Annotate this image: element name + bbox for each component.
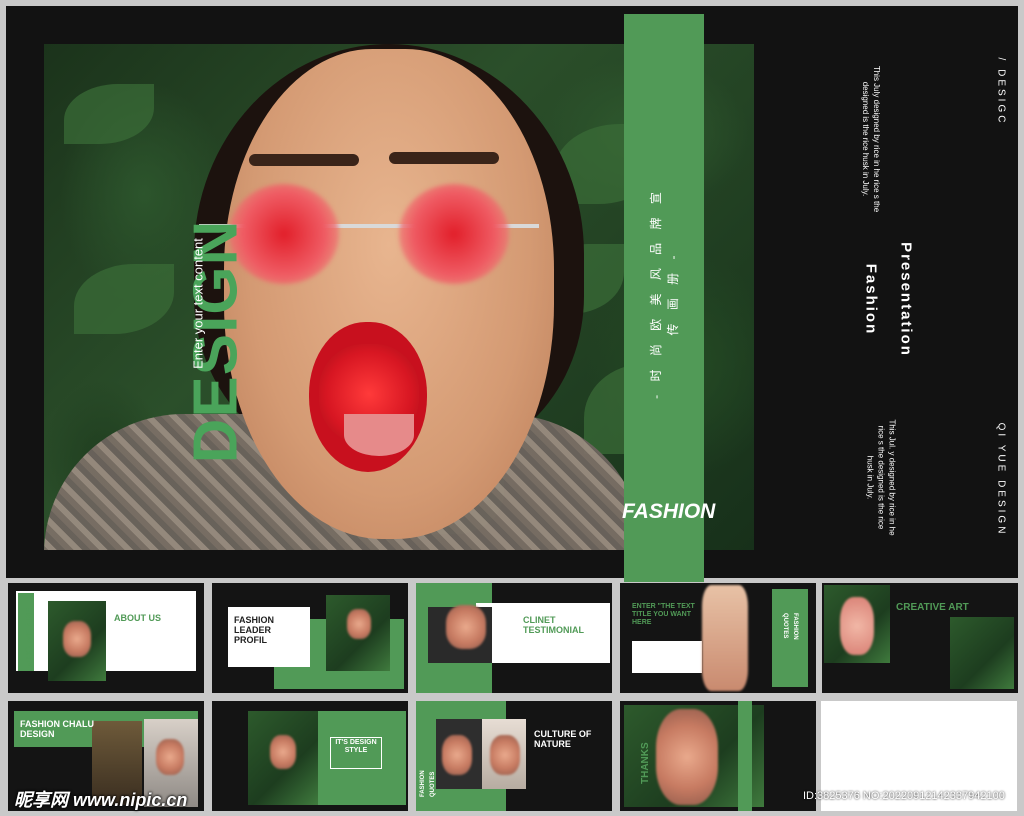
thumb-title-2: ABOUT US — [114, 613, 161, 623]
thumb-face — [490, 735, 520, 775]
thumb-title: WHO WE ARE — [24, 607, 34, 668]
thumb-title-2: FASHION QUOTES — [782, 613, 798, 640]
design-subtitle: Enter your text content — [190, 238, 206, 369]
slide-thumbnail-3[interactable]: CLINET TESTIMONIAL — [416, 583, 612, 693]
thumb-face — [156, 739, 184, 775]
thumb-face — [702, 585, 748, 691]
hero-slide: DESIGN Enter your text content - 时 尚 欧 美… — [6, 6, 1018, 582]
thumb-face — [270, 735, 296, 769]
thumb-face — [840, 597, 874, 655]
leaf-shape — [64, 84, 154, 144]
tongue-shape — [344, 414, 414, 456]
thumb-face — [442, 735, 472, 775]
green-bar — [738, 701, 752, 811]
right-title-1: Fashion — [862, 263, 880, 336]
thumb-title: FASHION LEADER PROFIL — [234, 615, 275, 645]
leaf-shape — [74, 264, 174, 334]
thumb-face — [347, 609, 371, 639]
right-bottom-vertical: QI YUE DESIGN — [995, 422, 1007, 537]
white-panel — [16, 591, 196, 671]
slide-thumbnail-5[interactable]: CREATIVE ART — [822, 583, 1018, 693]
watermark-id: ID:3825376 NO:20220912142337942100 — [803, 790, 1005, 802]
slide-thumbnail-2[interactable]: FASHION LEADER PROFIL — [212, 583, 408, 693]
brow-shape — [249, 154, 359, 166]
thumb-title: FASHION CHALU DESIGN — [20, 719, 94, 739]
slide-thumbnail-7[interactable]: IT'S DESIGN STYLE — [212, 701, 408, 811]
thumb-leaf-photo — [950, 617, 1014, 689]
thumb-face — [63, 621, 91, 657]
right-copy-2: This Jul. y designed by rice in he rice … — [865, 419, 897, 536]
thumb-title: ENTER "THE TEXT TITLE YOU WANT HERE — [632, 603, 695, 626]
strip-vertical-text: - 时 尚 欧 美 风 品 牌 宣 传 画 册 - — [649, 187, 680, 399]
thumb-title-2: FASHION QUOTES — [420, 770, 436, 797]
white-panel — [632, 641, 702, 673]
slide-thumbnail-4[interactable]: ENTER "THE TEXT TITLE YOU WANT HERE FASH… — [620, 583, 816, 693]
thumb-face — [446, 605, 486, 649]
watermark-text: 昵享网 www.nipic.cn — [14, 790, 188, 810]
slide-thumbnail-9[interactable]: THANKS — [620, 701, 816, 811]
thumb-title: CLINET TESTIMONIAL — [523, 615, 584, 635]
brow-shape — [389, 152, 499, 164]
thumb-face — [656, 709, 718, 805]
right-copy-1: This July designed by rice in he rice s … — [861, 65, 881, 213]
right-top-vertical: / DESIGC — [995, 57, 1007, 126]
fashion-title: FASHION — [622, 500, 716, 523]
slide-thumbnail-1[interactable]: WHO WE ARE ABOUT US — [8, 583, 204, 693]
slide-thumbnail-8[interactable]: CULTURE OF NATURE FASHION QUOTES — [416, 701, 612, 811]
thumb-title: CULTURE OF NATURE — [534, 729, 592, 749]
thumb-title: IT'S DESIGN STYLE — [335, 739, 377, 754]
right-title-2: Presentation — [897, 242, 915, 357]
thumb-title: THANKS — [640, 742, 651, 784]
glasses-lens — [399, 184, 509, 284]
thumb-title: CREATIVE ART — [896, 602, 969, 613]
